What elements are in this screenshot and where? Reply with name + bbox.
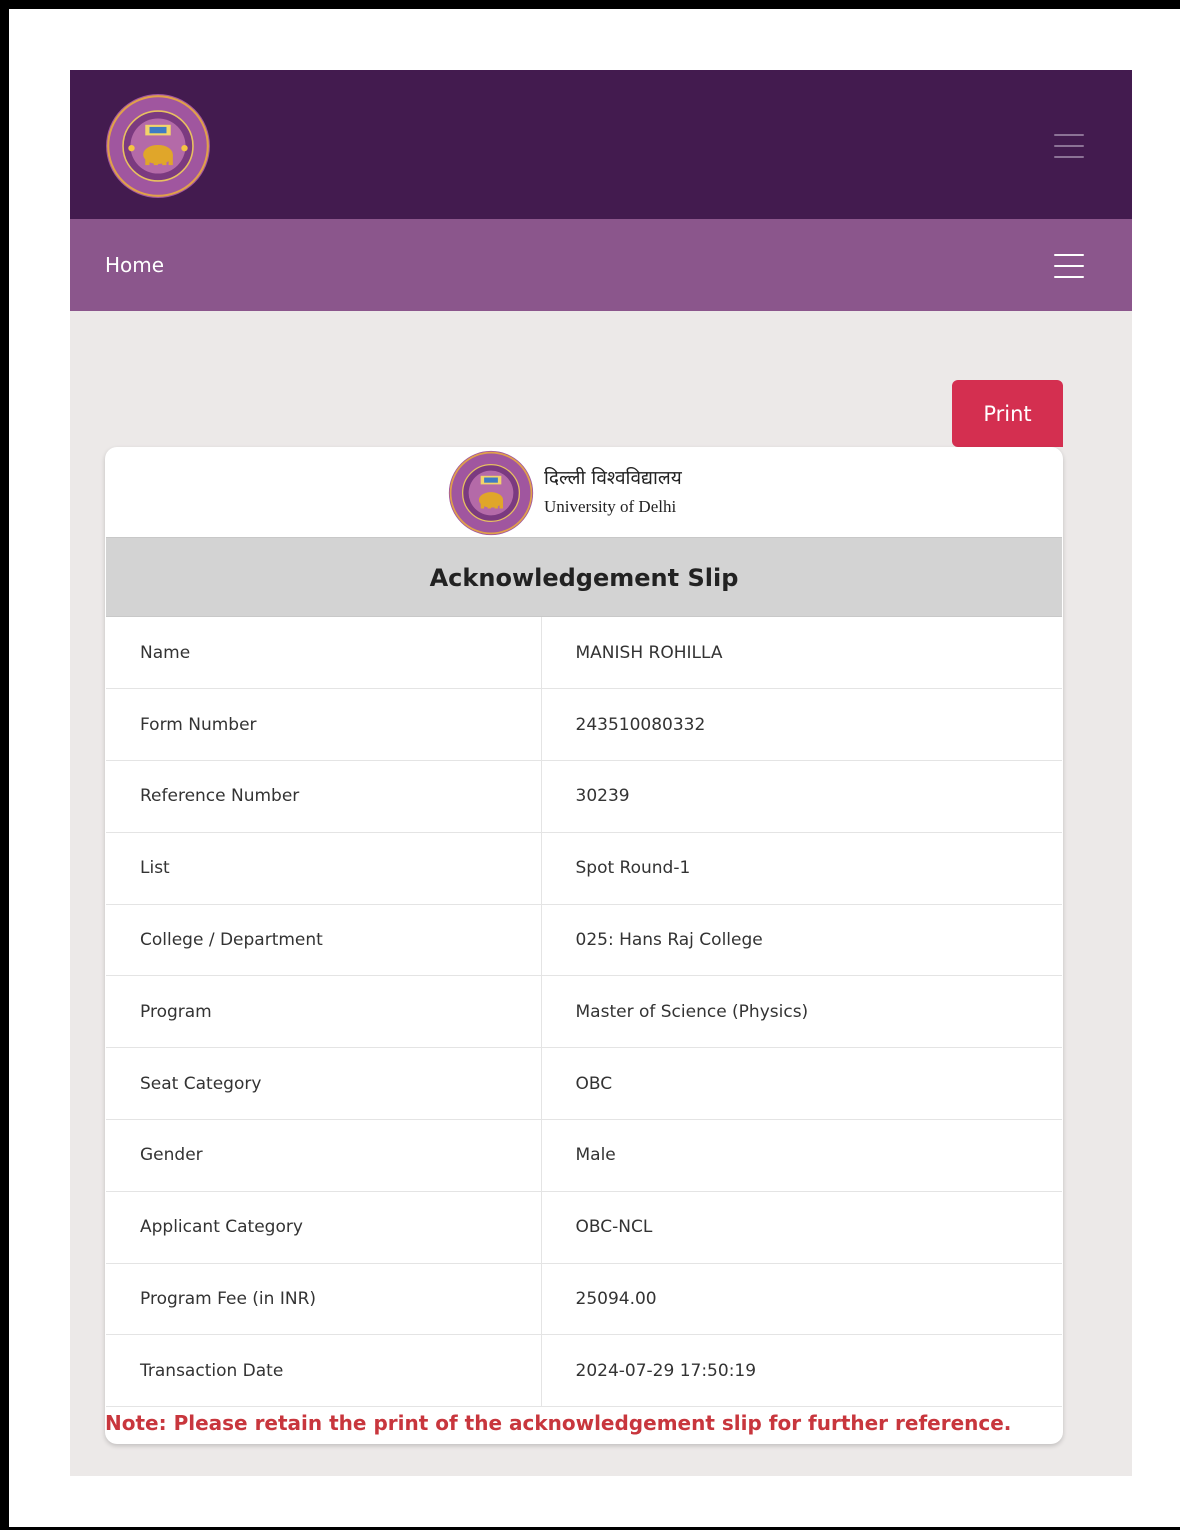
row-value: 25094.00 [541, 1263, 1062, 1336]
row-label: Name [106, 617, 542, 690]
row-label: List [106, 832, 542, 905]
row-value: Male [541, 1119, 1062, 1192]
row-value: 2024-07-29 17:50:19 [541, 1334, 1062, 1408]
table-row: Transaction Date 2024-07-29 17:50:19 [106, 1334, 1062, 1408]
row-label: Seat Category [106, 1047, 542, 1121]
nav-menu-icon[interactable] [1054, 254, 1084, 278]
acknowledgement-card: दिल्ली विश्वविद्यालय University of Delhi… [105, 447, 1063, 1444]
table-row: Form Number 243510080332 [106, 688, 1062, 762]
row-label: Applicant Category [106, 1191, 542, 1264]
table-row: College / Department 025: Hans Raj Colleg… [106, 904, 1062, 977]
navbar: Home [70, 219, 1132, 311]
row-value: MANISH ROHILLA [541, 617, 1062, 690]
print-button[interactable]: Print [952, 380, 1063, 447]
nav-home-link[interactable]: Home [105, 253, 164, 277]
row-label: Program [106, 975, 542, 1049]
row-label: Transaction Date [106, 1334, 542, 1408]
row-value: 30239 [541, 760, 1062, 833]
table-row: Program Fee (in INR) 25094.00 [106, 1263, 1062, 1336]
table-row: List Spot Round-1 [106, 832, 1062, 905]
row-value: OBC-NCL [541, 1191, 1062, 1264]
university-name-english: University of Delhi [544, 497, 677, 516]
table-row: Gender Male [106, 1119, 1062, 1192]
table-row: Program Master of Science (Physics) [106, 975, 1062, 1049]
row-label: College / Department [106, 904, 542, 977]
university-seal-icon [448, 450, 534, 536]
row-label: Reference Number [106, 760, 542, 833]
row-value: 243510080332 [541, 688, 1062, 762]
row-value: 025: Hans Raj College [541, 904, 1062, 977]
row-value: Spot Round-1 [541, 832, 1062, 905]
details-table: Name MANISH ROHILLA Form Number 2435100803… [106, 617, 1062, 1408]
top-header [70, 70, 1132, 219]
row-value: OBC [541, 1047, 1062, 1121]
table-row: Reference Number 30239 [106, 760, 1062, 833]
slip-title: Acknowledgement Slip [106, 537, 1062, 617]
row-label: Program Fee (in INR) [106, 1263, 542, 1336]
university-name-hindi: दिल्ली विश्वविद्यालय [544, 467, 682, 489]
table-row: Seat Category OBC [106, 1047, 1062, 1121]
row-value: Master of Science (Physics) [541, 975, 1062, 1049]
header-menu-icon[interactable] [1054, 134, 1084, 158]
retain-print-note: Note: Please retain the print of the ack… [105, 1411, 1012, 1435]
row-label: Gender [106, 1119, 542, 1192]
university-logo[interactable] [105, 93, 211, 199]
table-row: Name MANISH ROHILLA [106, 617, 1062, 690]
table-row: Applicant Category OBC-NCL [106, 1191, 1062, 1264]
app-container: Home Print दिल्ली विश्वविद्यालय Universi… [70, 70, 1132, 1476]
slip-header: दिल्ली विश्वविद्यालय University of Delhi [105, 447, 1063, 537]
row-label: Form Number [106, 688, 542, 762]
